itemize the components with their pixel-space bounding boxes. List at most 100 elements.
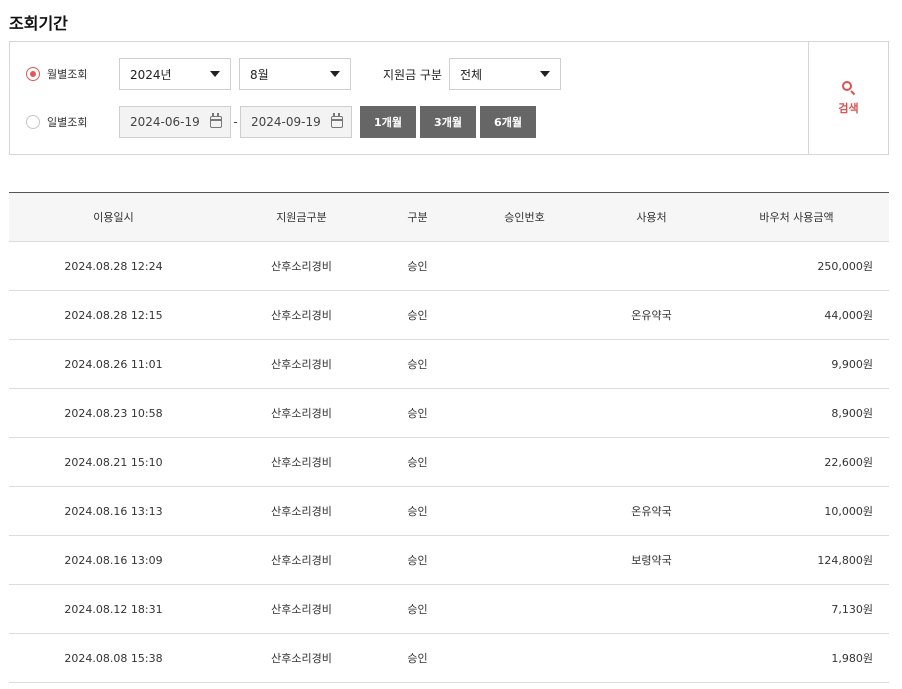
cell-approval-number	[450, 486, 599, 536]
table-header-row: 이용일시 지원금구분 구분 승인번호 사용처 바우처 사용금액	[9, 192, 889, 242]
radio-monthly-label: 월별조회	[47, 68, 88, 81]
table-row: 2024.08.26 11:01 산후소리경비 승인 9,900원	[9, 339, 889, 389]
table-row: 2024.08.16 13:09 산후소리경비 승인 보령약국 124,800원	[9, 535, 889, 585]
daily-search-row: 일별조회 2024-06-19 - 2024-09-19 1개월 3개월 6개월	[26, 106, 536, 138]
cell-amount: 7,130원	[704, 584, 889, 634]
cell-type: 승인	[385, 290, 450, 340]
cell-place: 보령약국	[599, 535, 704, 585]
cell-type: 승인	[385, 339, 450, 389]
table-row: 2024.08.28 12:24 산후소리경비 승인 250,000원	[9, 241, 889, 291]
cell-fund-type: 산후소리경비	[218, 633, 385, 683]
header-place: 사용처	[599, 192, 704, 242]
table-row: 2024.08.21 15:10 산후소리경비 승인 22,600원	[9, 437, 889, 487]
caret-down-icon	[540, 71, 551, 77]
period-6-month-button[interactable]: 6개월	[480, 106, 536, 138]
cell-place	[599, 339, 704, 389]
radio-unchecked-icon	[26, 115, 40, 129]
cell-approval-number	[450, 584, 599, 634]
cell-approval-number	[450, 437, 599, 487]
cell-amount: 9,900원	[704, 339, 889, 389]
period-3-month-button[interactable]: 3개월	[420, 106, 476, 138]
search-panel: 월별조회 2024년 8월 지원금 구분 전체 일별조회 2024-06-19 …	[9, 41, 889, 155]
cell-approval-number	[450, 633, 599, 683]
header-fund-type: 지원금구분	[218, 192, 385, 242]
search-button[interactable]: 검색	[808, 42, 888, 154]
cell-fund-type: 산후소리경비	[218, 339, 385, 389]
cell-type: 승인	[385, 486, 450, 536]
month-select-value: 8월	[250, 67, 269, 82]
date-to-input[interactable]: 2024-09-19	[240, 106, 352, 138]
cell-fund-type: 산후소리경비	[218, 486, 385, 536]
cell-type: 승인	[385, 388, 450, 438]
year-select[interactable]: 2024년	[119, 58, 231, 90]
cell-datetime: 2024.08.16 13:09	[9, 535, 218, 585]
date-from-input[interactable]: 2024-06-19	[119, 106, 231, 138]
radio-daily[interactable]: 일별조회	[26, 114, 119, 130]
header-approval-number: 승인번호	[450, 192, 599, 242]
cell-place	[599, 437, 704, 487]
fund-type-label: 지원금 구분	[383, 67, 443, 82]
cell-amount: 44,000원	[704, 290, 889, 340]
cell-fund-type: 산후소리경비	[218, 388, 385, 438]
table-row: 2024.08.16 13:13 산후소리경비 승인 온유약국 10,000원	[9, 486, 889, 536]
cell-datetime: 2024.08.23 10:58	[9, 388, 218, 438]
cell-amount: 22,600원	[704, 437, 889, 487]
cell-datetime: 2024.08.28 12:15	[9, 290, 218, 340]
cell-datetime: 2024.08.21 15:10	[9, 437, 218, 487]
calendar-icon[interactable]	[210, 113, 222, 128]
cell-fund-type: 산후소리경비	[218, 241, 385, 291]
cell-amount: 10,000원	[704, 486, 889, 536]
header-type: 구분	[385, 192, 450, 242]
search-button-label: 검색	[838, 101, 859, 115]
date-to-value: 2024-09-19	[251, 115, 321, 129]
search-icon	[841, 80, 856, 95]
month-select[interactable]: 8월	[239, 58, 351, 90]
header-voucher-amount: 바우처 사용금액	[704, 192, 889, 242]
voucher-usage-table: 이용일시 지원금구분 구분 승인번호 사용처 바우처 사용금액 2024.08.…	[9, 192, 889, 683]
fund-type-select-value: 전체	[460, 67, 483, 82]
caret-down-icon	[330, 71, 340, 77]
period-1-month-button[interactable]: 1개월	[360, 106, 416, 138]
cell-type: 승인	[385, 633, 450, 683]
cell-place	[599, 241, 704, 291]
table-row: 2024.08.08 15:38 산후소리경비 승인 1,980원	[9, 633, 889, 683]
cell-place	[599, 584, 704, 634]
cell-type: 승인	[385, 241, 450, 291]
date-range-separator: -	[233, 115, 238, 129]
year-select-value: 2024년	[130, 67, 172, 82]
cell-fund-type: 산후소리경비	[218, 437, 385, 487]
header-usage-datetime: 이용일시	[9, 192, 218, 242]
cell-place	[599, 633, 704, 683]
section-title: 조회기간	[9, 14, 68, 33]
table-row: 2024.08.23 10:58 산후소리경비 승인 8,900원	[9, 388, 889, 438]
cell-place: 온유약국	[599, 290, 704, 340]
cell-approval-number	[450, 339, 599, 389]
fund-type-select[interactable]: 전체	[449, 58, 562, 90]
cell-approval-number	[450, 535, 599, 585]
monthly-search-row: 월별조회 2024년 8월 지원금 구분 전체	[26, 58, 562, 90]
cell-type: 승인	[385, 437, 450, 487]
cell-amount: 250,000원	[704, 241, 889, 291]
cell-datetime: 2024.08.16 13:13	[9, 486, 218, 536]
cell-type: 승인	[385, 584, 450, 634]
radio-monthly[interactable]: 월별조회	[26, 66, 119, 82]
cell-place: 온유약국	[599, 486, 704, 536]
cell-approval-number	[450, 241, 599, 291]
calendar-icon[interactable]	[331, 113, 343, 128]
cell-amount: 1,980원	[704, 633, 889, 683]
cell-datetime: 2024.08.08 15:38	[9, 633, 218, 683]
cell-fund-type: 산후소리경비	[218, 290, 385, 340]
table-row: 2024.08.28 12:15 산후소리경비 승인 온유약국 44,000원	[9, 290, 889, 340]
date-from-value: 2024-06-19	[130, 115, 200, 129]
cell-fund-type: 산후소리경비	[218, 584, 385, 634]
caret-down-icon	[210, 71, 220, 77]
table-row: 2024.08.12 18:31 산후소리경비 승인 7,130원	[9, 584, 889, 634]
cell-approval-number	[450, 290, 599, 340]
cell-approval-number	[450, 388, 599, 438]
cell-type: 승인	[385, 535, 450, 585]
cell-datetime: 2024.08.26 11:01	[9, 339, 218, 389]
radio-checked-icon	[26, 67, 40, 81]
radio-daily-label: 일별조회	[47, 116, 88, 129]
cell-datetime: 2024.08.12 18:31	[9, 584, 218, 634]
cell-amount: 8,900원	[704, 388, 889, 438]
